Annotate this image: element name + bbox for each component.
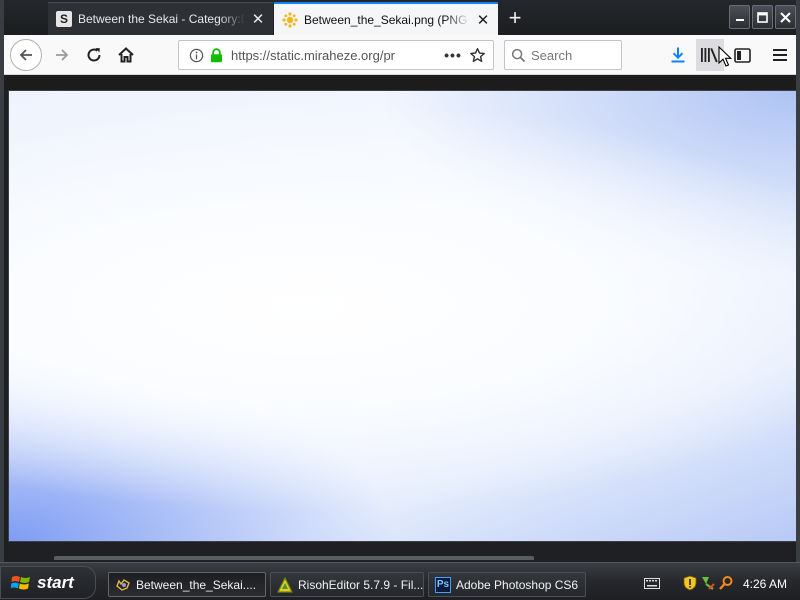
url-text[interactable]: https://static.miraheze.org/pr: [231, 48, 441, 63]
photoshop-icon: Ps: [435, 576, 451, 593]
task-label: RisohEditor 5.7.9 - Fil...: [298, 577, 424, 592]
network-icon[interactable]: [700, 575, 716, 591]
windows-flag-icon: [10, 574, 31, 592]
minimize-icon: [735, 19, 744, 21]
page-actions-button[interactable]: •••: [441, 47, 465, 63]
home-button[interactable]: [110, 39, 142, 71]
maximize-icon: [757, 11, 768, 23]
background-window-edge: [54, 556, 534, 560]
back-arrow-icon: [19, 49, 32, 61]
downloads-button[interactable]: [664, 39, 692, 71]
sidebar-icon: [733, 47, 751, 63]
sidebar-toggle-button[interactable]: [728, 39, 756, 71]
tab-strip: S Between the Sekai - Category:Diet ✕ Be…: [4, 0, 796, 35]
clock[interactable]: 4:26 AM: [743, 577, 787, 591]
taskbar-task-firefox[interactable]: Between_the_Sekai....: [108, 572, 266, 597]
back-button[interactable]: [10, 39, 42, 71]
page-content: [8, 90, 797, 542]
toolbar-divider: [4, 75, 796, 90]
start-label: start: [37, 572, 74, 592]
keyboard-icon[interactable]: [644, 576, 660, 595]
tab-png-image[interactable]: Between_the_Sekai.png (PNG Image ✕: [274, 2, 498, 35]
site-info-icon[interactable]: [185, 48, 207, 63]
bookmark-star-icon[interactable]: [465, 47, 489, 64]
taskbar-task-photoshop[interactable]: Ps Adobe Photoshop CS6: [428, 572, 586, 597]
risoh-editor-icon: [277, 576, 293, 593]
window-bottom-edge: [4, 542, 796, 562]
new-tab-button[interactable]: +: [502, 4, 528, 32]
search-input[interactable]: [531, 47, 611, 63]
library-icon: [701, 48, 718, 63]
close-tab-icon[interactable]: ✕: [249, 10, 267, 28]
firefox-icon: [115, 577, 131, 593]
taskbar: start Between_the_Sekai.... RisohEditor …: [0, 562, 800, 600]
close-icon: [780, 11, 791, 23]
taskbar-task-risoh-editor[interactable]: RisohEditor 5.7.9 - Fil...: [270, 572, 424, 597]
navigation-toolbar: https://static.miraheze.org/pr •••: [4, 35, 796, 75]
image-favicon-icon: [282, 11, 298, 28]
browser-window: S Between the Sekai - Category:Diet ✕ Be…: [0, 0, 800, 562]
search-icon: [505, 48, 531, 63]
home-icon: [118, 47, 134, 63]
secure-lock-icon: [207, 47, 225, 63]
site-favicon: S: [56, 11, 72, 27]
close-tab-icon[interactable]: ✕: [474, 11, 492, 29]
download-arrow-icon: [671, 47, 685, 63]
forward-arrow-icon: [56, 49, 69, 61]
start-button[interactable]: start: [0, 566, 96, 599]
system-tray: 4:26 AM: [640, 569, 800, 599]
reload-icon: [87, 48, 101, 62]
task-label: Adobe Photoshop CS6: [456, 577, 579, 592]
forward-button[interactable]: [46, 39, 78, 71]
hamburger-menu-icon: [773, 49, 787, 61]
maximize-button[interactable]: [752, 5, 773, 29]
search-bar[interactable]: [504, 40, 622, 70]
reload-button[interactable]: [78, 39, 110, 71]
tab-title: Between the Sekai - Category:Diet: [78, 12, 245, 26]
displayed-png-image: [9, 91, 796, 541]
hamburger-menu-button[interactable]: [766, 39, 794, 71]
minimize-button[interactable]: [729, 5, 750, 29]
task-label: Between_the_Sekai....: [136, 577, 257, 592]
tab-category-page[interactable]: S Between the Sekai - Category:Diet ✕: [48, 2, 273, 35]
security-shield-icon[interactable]: [682, 575, 698, 591]
mouse-cursor-icon: [718, 46, 732, 67]
close-window-button[interactable]: [775, 5, 796, 29]
address-bar[interactable]: https://static.miraheze.org/pr •••: [178, 40, 494, 70]
tab-title: Between_the_Sekai.png (PNG Image: [304, 12, 470, 27]
search-tray-icon[interactable]: [718, 575, 734, 591]
